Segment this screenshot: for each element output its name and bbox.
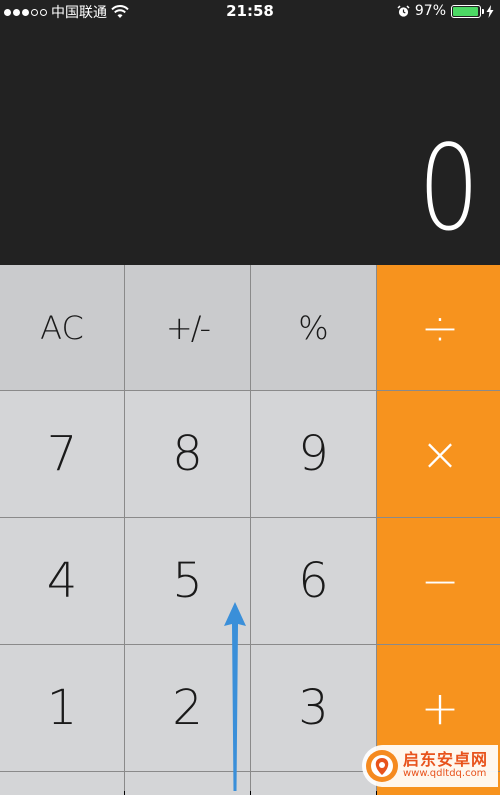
digit-3-button[interactable]: 3 xyxy=(251,645,376,771)
bottom-row-key[interactable] xyxy=(0,772,124,795)
digit-9-button[interactable]: 9 xyxy=(251,391,376,517)
bottom-row-key[interactable] xyxy=(251,772,376,795)
digit-2-button[interactable]: 2 xyxy=(125,645,250,771)
clear-button[interactable]: AC xyxy=(0,265,124,390)
alarm-icon xyxy=(397,4,410,18)
digit-6-button[interactable]: 6 xyxy=(251,518,376,644)
battery-percent: 97% xyxy=(414,3,446,19)
subtract-button[interactable]: − xyxy=(377,518,500,644)
equals-button[interactable] xyxy=(377,772,500,795)
digit-4-button[interactable]: 4 xyxy=(0,518,124,644)
battery-fill xyxy=(453,6,479,16)
battery-icon xyxy=(451,4,484,18)
keypad: AC +/- % ÷ 7 8 9 × 4 5 6 − 1 2 3 + xyxy=(0,265,500,795)
charging-icon xyxy=(486,4,494,18)
calculator-display: 0 xyxy=(0,22,500,265)
multiply-button[interactable]: × xyxy=(377,391,500,517)
divide-button[interactable]: ÷ xyxy=(377,265,500,390)
status-bar: 中国联通 21:58 97% xyxy=(0,0,500,22)
plus-minus-button[interactable]: +/- xyxy=(125,265,250,390)
add-button[interactable]: + xyxy=(377,645,500,771)
status-right: 97% xyxy=(397,3,494,19)
digit-8-button[interactable]: 8 xyxy=(125,391,250,517)
digit-7-button[interactable]: 7 xyxy=(0,391,124,517)
digit-5-button[interactable]: 5 xyxy=(125,518,250,644)
bottom-row-key[interactable] xyxy=(125,772,250,795)
percent-button[interactable]: % xyxy=(251,265,376,390)
digit-1-button[interactable]: 1 xyxy=(0,645,124,771)
display-value: 0 xyxy=(418,119,480,257)
